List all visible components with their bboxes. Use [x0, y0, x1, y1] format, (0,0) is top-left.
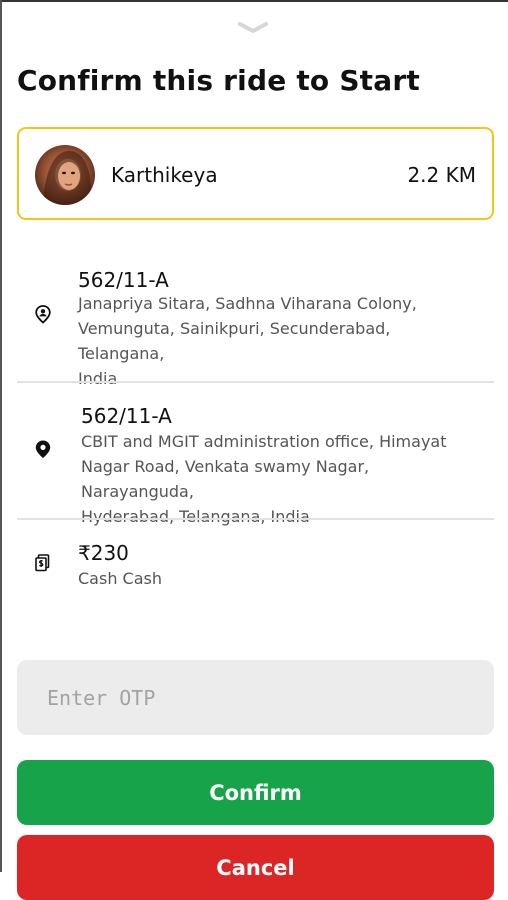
dropoff-location-icon [33, 439, 53, 459]
divider [17, 381, 494, 383]
rider-name: Karthikeya [111, 163, 218, 187]
ride-distance: 2.2 KM [407, 163, 476, 187]
dropoff-address-line: Hyderabad, Telangana, India [81, 507, 310, 526]
dropoff-code: 562/11-A [81, 404, 172, 428]
dropoff-location-row: 562/11-A CBIT and MGIT administration of… [17, 399, 494, 526]
sheet-collapse-chevron-icon[interactable] [238, 20, 268, 36]
pickup-location-row: 562/11-A Janapriya Sitara, Sadhna Vihara… [17, 262, 494, 388]
confirm-button[interactable]: Confirm [17, 760, 494, 825]
cancel-button[interactable]: Cancel [17, 835, 494, 900]
pickup-address-line: Janapriya Sitara, Sadhna Viharana Colony… [78, 294, 417, 313]
pickup-address-line: Vemunguta, Sainikpuri, Secunderabad, Tel… [78, 319, 391, 363]
pickup-address: Janapriya Sitara, Sadhna Viharana Colony… [78, 291, 478, 391]
cash-icon [33, 553, 53, 573]
pickup-address-line: India [78, 369, 118, 388]
pickup-code: 562/11-A [78, 268, 169, 292]
window-top-border [0, 0, 508, 2]
dropoff-address: CBIT and MGIT administration office, Him… [81, 429, 481, 529]
dropoff-address-line: CBIT and MGIT administration office, Him… [81, 432, 447, 451]
sheet-title: Confirm this ride to Start [17, 64, 420, 97]
avatar [35, 145, 95, 205]
pickup-location-icon [33, 304, 53, 324]
window-left-border [0, 0, 2, 872]
payment-method: Cash Cash [78, 569, 162, 588]
dropoff-address-line: Nagar Road, Venkata swamy Nagar, Narayan… [81, 457, 370, 501]
rider-card: Karthikeya 2.2 KM [17, 127, 494, 220]
divider [17, 518, 494, 520]
fare-row: ₹230 Cash Cash [17, 536, 494, 596]
otp-input[interactable] [17, 660, 494, 735]
fare-amount: ₹230 [78, 541, 129, 565]
